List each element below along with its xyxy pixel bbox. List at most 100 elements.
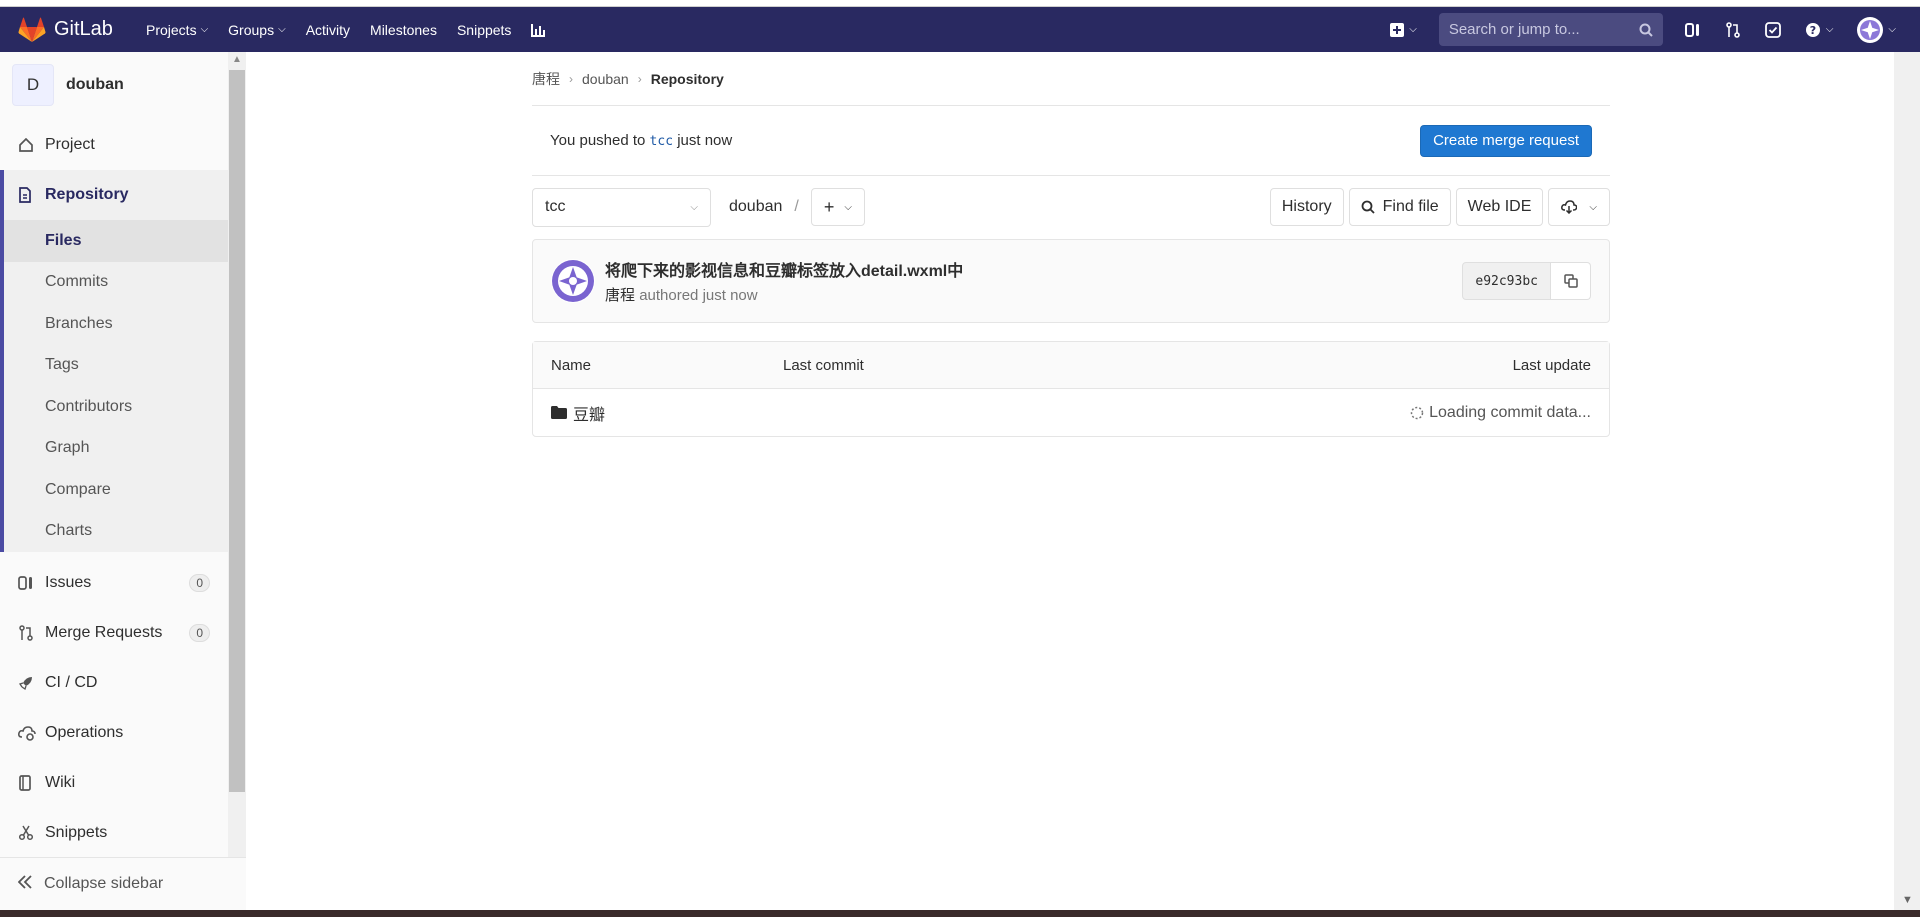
push-notification-bar: You pushed to tcc just now Create merge … <box>532 106 1610 176</box>
branch-select-value: tcc <box>545 198 566 215</box>
sidebar-item-label: CI / CD <box>45 674 98 691</box>
page-scrollbar[interactable]: ▼ <box>1894 52 1920 910</box>
branch-select-dropdown[interactable]: tcc ⌵ <box>532 187 711 227</box>
web-ide-button[interactable]: Web IDE <box>1455 188 1544 226</box>
doc-icon <box>18 187 36 203</box>
nav-groups[interactable]: Groups ⌵ <box>228 22 286 38</box>
commit-author[interactable]: 唐程 <box>605 287 635 304</box>
sidebar-item-label: Repository <box>45 186 129 203</box>
sidebar-subitem-tags[interactable]: Tags <box>4 345 228 387</box>
sidebar-subitem-graph[interactable]: Graph <box>4 428 228 470</box>
sidebar-subitem-compare[interactable]: Compare <box>4 469 228 511</box>
breadcrumb-owner[interactable]: 唐程 <box>532 69 560 89</box>
breadcrumb-project[interactable]: douban <box>582 71 629 87</box>
sidebar-subitem-commits[interactable]: Commits <box>4 262 228 304</box>
sidebar-project-header[interactable]: D douban <box>0 52 228 118</box>
repo-path: douban / <box>729 198 799 216</box>
push-message: You pushed to tcc just now <box>550 132 732 149</box>
chevron-down-icon: ⌵ <box>1409 24 1417 35</box>
help-dropdown-button[interactable]: ? ⌵ <box>1805 22 1833 38</box>
nav-snippets[interactable]: Snippets <box>457 22 511 38</box>
commit-time: authored just now <box>639 287 758 304</box>
nav-activity[interactable]: Activity <box>306 22 350 38</box>
chevron-right-icon: › <box>569 71 573 86</box>
spinner-icon <box>1410 406 1424 420</box>
tree-item-link[interactable]: 豆瓣 <box>551 401 605 425</box>
sidebar-item-wiki[interactable]: Wiki <box>0 758 228 808</box>
push-branch-name[interactable]: tcc <box>650 134 673 149</box>
issues-icon <box>18 575 36 591</box>
nav-groups-label: Groups <box>228 21 275 38</box>
chevron-down-icon: ⌵ <box>1888 24 1896 35</box>
history-button[interactable]: History <box>1269 188 1344 226</box>
sidebar-subitem-branches[interactable]: Branches <box>4 303 228 345</box>
nav-milestones[interactable]: Milestones <box>370 22 437 38</box>
book-icon <box>18 775 36 791</box>
svg-text:?: ? <box>1810 24 1816 37</box>
sidebar-subitem-contributors[interactable]: Contributors <box>4 386 228 428</box>
main-content: 唐程 › douban › Repository You pushed to t… <box>532 52 1610 437</box>
new-dropdown-button[interactable]: ⌵ <box>1390 22 1417 37</box>
sidebar-item-repository[interactable]: Repository <box>4 170 228 220</box>
user-menu-button[interactable]: ⌵ <box>1857 16 1896 43</box>
create-merge-request-button[interactable]: Create merge request <box>1420 124 1592 157</box>
tree-item-name: 豆瓣 <box>573 406 606 424</box>
loading-status: Loading commit data... <box>1410 404 1591 422</box>
merge-requests-nav-button[interactable] <box>1725 21 1741 38</box>
sidebar-item-label: Merge Requests <box>45 624 163 641</box>
repo-path-root[interactable]: douban <box>729 198 782 215</box>
sidebar-item-cicd[interactable]: CI / CD <box>0 658 228 708</box>
copy-icon <box>1563 274 1578 288</box>
nav-projects[interactable]: Projects ⌵ <box>146 22 208 38</box>
breadcrumb-current[interactable]: Repository <box>651 71 724 87</box>
gitlab-home-link[interactable]: GitLab <box>18 17 146 43</box>
sidebar-item-issues[interactable]: Issues 0 <box>0 558 228 608</box>
column-header-name: Name <box>551 356 592 374</box>
sidebar-item-snippets[interactable]: Snippets <box>0 808 228 858</box>
sidebar-project-name: douban <box>66 76 124 93</box>
nav-snippets-label: Snippets <box>456 21 512 38</box>
project-sidebar: D douban Project Repository Files Commit… <box>0 52 246 910</box>
commit-sha[interactable]: e92c93bc <box>1462 262 1551 300</box>
sidebar-subitem-files[interactable]: Files <box>4 220 228 262</box>
sidebar-scrollbar[interactable]: ▲ <box>228 52 246 857</box>
chevron-right-icon: › <box>637 71 642 86</box>
column-header-last-commit: Last commit <box>783 356 864 374</box>
history-label: History <box>1281 198 1332 215</box>
commit-author-avatar[interactable] <box>551 259 595 303</box>
nav-admin-area[interactable] <box>531 23 546 37</box>
chevron-up-icon[interactable]: ▲ <box>232 54 242 65</box>
issues-icon <box>1684 22 1699 37</box>
issues-count-badge: 0 <box>189 574 210 592</box>
sidebar-subitem-charts[interactable]: Charts <box>4 511 228 553</box>
plus-square-icon <box>1390 22 1405 37</box>
chevron-down-icon[interactable]: ▼ <box>1902 894 1913 906</box>
rocket-icon <box>18 675 36 691</box>
commit-title[interactable]: 将爬下来的影视信息和豆瓣标签放入detail.wxml中 <box>605 257 963 281</box>
collapse-sidebar-button[interactable]: Collapse sidebar <box>0 857 246 910</box>
sidebar-item-project[interactable]: Project <box>0 120 228 170</box>
brand-name: GitLab <box>54 18 113 40</box>
sidebar-item-operations[interactable]: Operations <box>0 708 228 758</box>
column-header-last-update: Last update <box>1512 356 1591 374</box>
cloud-gear-icon <box>18 725 36 741</box>
nav-projects-label: Projects <box>146 21 197 38</box>
sidebar-item-merge-requests[interactable]: Merge Requests 0 <box>0 608 228 658</box>
copy-sha-button[interactable] <box>1551 262 1591 300</box>
search-input[interactable]: Search or jump to... <box>1438 13 1663 46</box>
todos-nav-button[interactable] <box>1764 21 1781 38</box>
issues-nav-button[interactable] <box>1684 22 1701 38</box>
merge-request-icon <box>1726 21 1740 38</box>
sidebar-scrollbar-thumb[interactable] <box>229 70 245 792</box>
table-row[interactable]: 豆瓣 Loading commit data... <box>533 389 1609 436</box>
add-to-tree-dropdown[interactable]: + ⌵ <box>810 188 865 226</box>
file-tree-table: Name Last commit Last update 豆瓣 Loading … <box>532 341 1610 437</box>
search-placeholder: Search or jump to... <box>1448 21 1580 38</box>
search-icon <box>1639 23 1653 37</box>
chevron-down-icon: ⌵ <box>278 24 286 35</box>
sidebar-item-label: Project <box>45 136 95 153</box>
download-cloud-icon <box>1561 200 1578 214</box>
find-file-button[interactable]: Find file <box>1348 188 1451 226</box>
download-dropdown-button[interactable]: ⌵ <box>1548 188 1610 226</box>
sidebar-repository-group: Repository Files Commits Branches Tags C… <box>0 170 228 552</box>
